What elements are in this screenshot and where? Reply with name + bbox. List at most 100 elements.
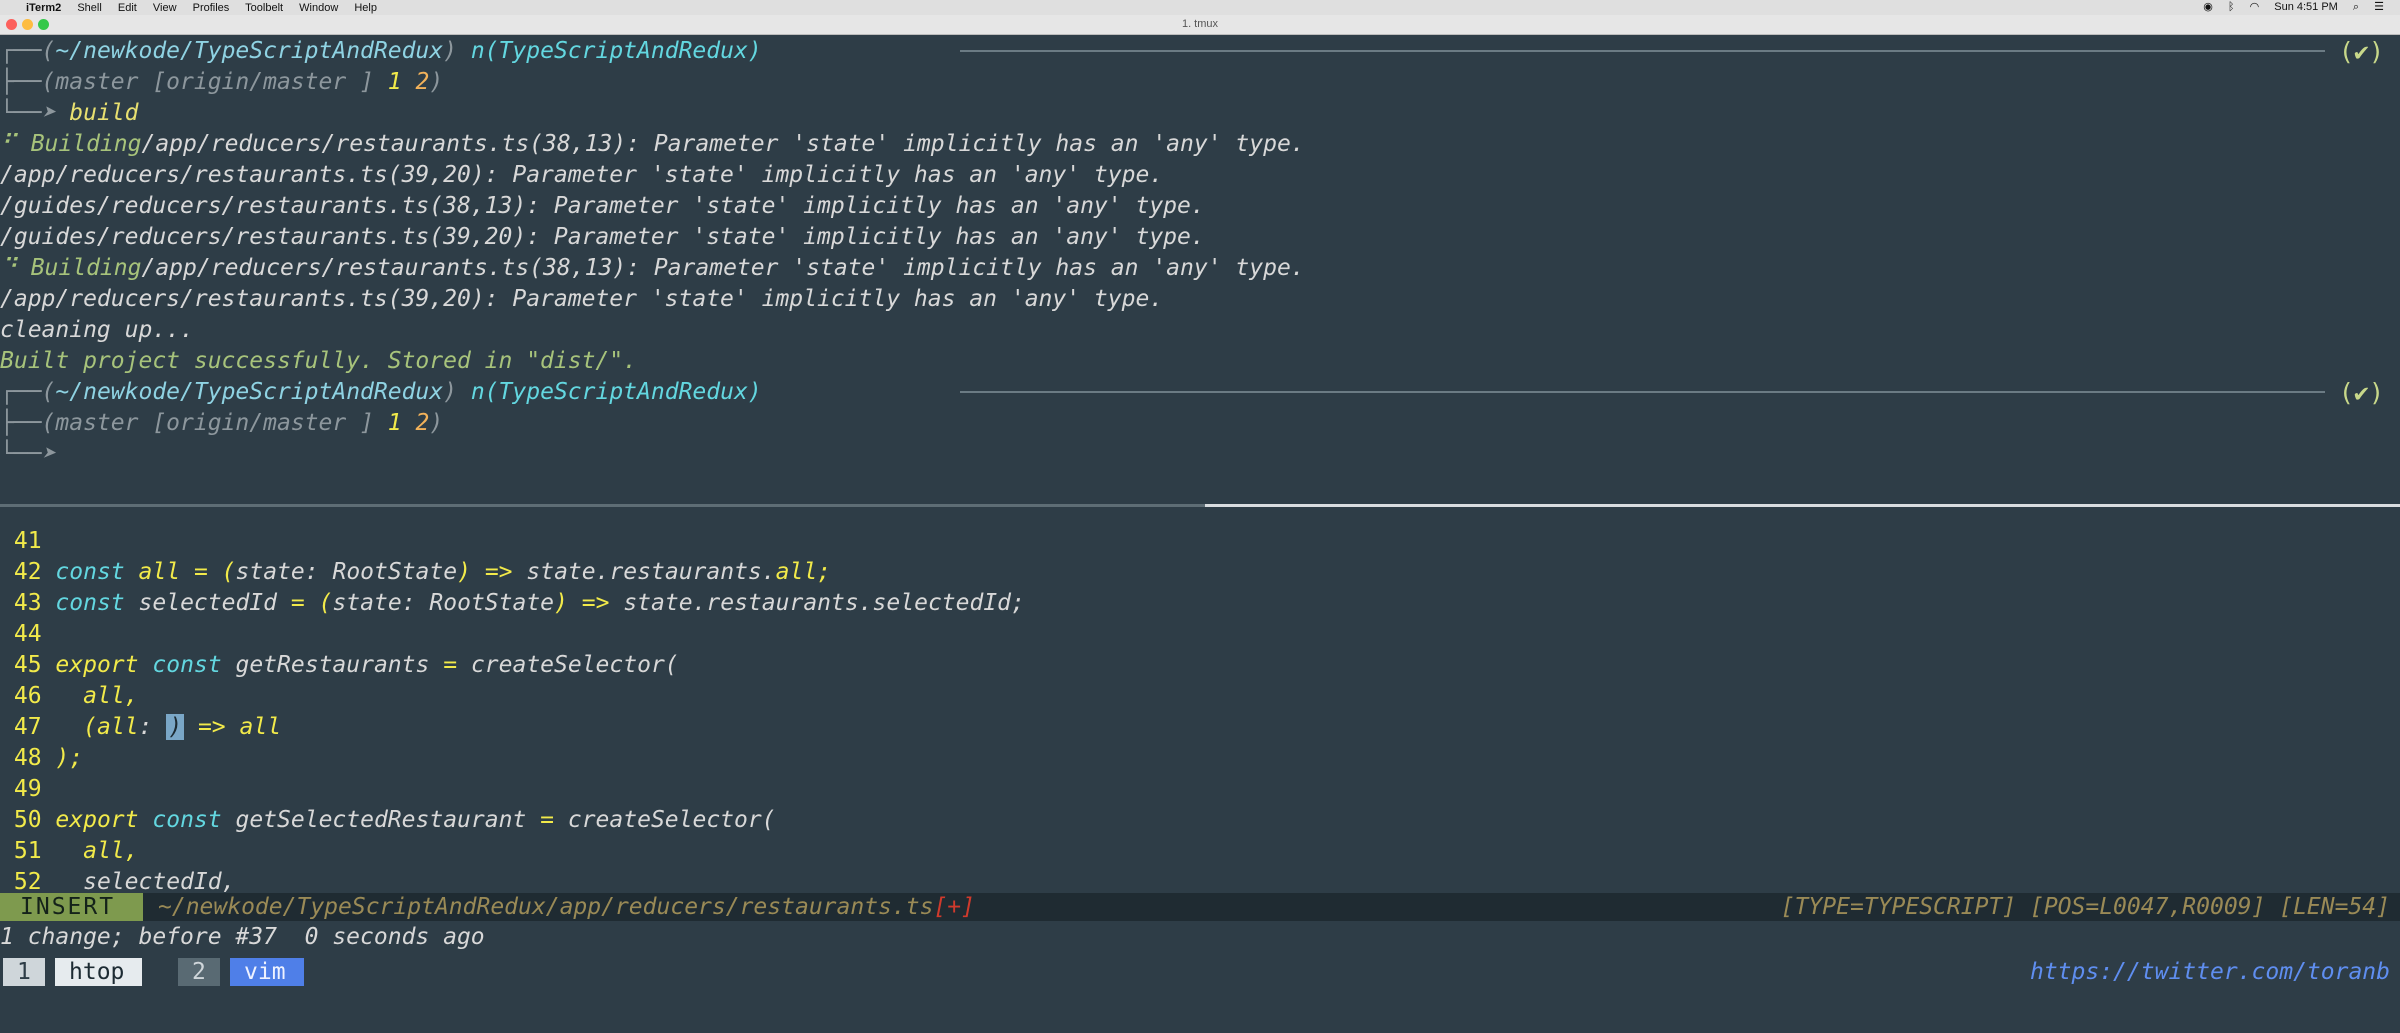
menu-item-edit[interactable]: Edit bbox=[118, 2, 137, 14]
record-icon[interactable]: ◉ bbox=[2203, 1, 2213, 13]
code-line[interactable]: 45 export const getRestaurants = createS… bbox=[0, 650, 679, 681]
prompt-line: ┌──(~/newkode/TypeScriptAndRedux) n(Type… bbox=[0, 38, 762, 64]
code-line[interactable]: 43 const selectedId = (state: RootState)… bbox=[0, 588, 1025, 619]
output-text: /guides/reducers/restaurants.ts(38,13): … bbox=[0, 193, 1205, 219]
spinner-prefix: ⠋ Building bbox=[0, 131, 142, 157]
code-token: RootState bbox=[332, 559, 458, 585]
code-token: ); bbox=[55, 745, 84, 771]
prompt-node: n(TypeScriptAndRedux) bbox=[470, 38, 762, 64]
code-line[interactable]: 41 bbox=[0, 526, 42, 557]
prompt-path: ~/newkode/TypeScriptAndRedux bbox=[55, 38, 444, 64]
code-line[interactable]: 46 all, bbox=[0, 681, 139, 712]
line-number: 43 bbox=[13, 590, 42, 616]
code-token: const bbox=[152, 652, 222, 678]
menu-item-iterm2[interactable]: iTerm2 bbox=[26, 2, 61, 14]
tab-vim[interactable]: vim bbox=[230, 958, 304, 986]
git-behind-count: 2 bbox=[415, 69, 430, 95]
output-line: cleaning up... bbox=[0, 315, 194, 346]
git-ahead-count: 1 bbox=[387, 69, 402, 95]
output-line: /app/reducers/restaurants.ts(39,20): Par… bbox=[0, 160, 1163, 191]
git-ahead-count: 1 bbox=[387, 410, 402, 436]
line-number: 50 bbox=[13, 807, 42, 833]
menubar-clock[interactable]: Sun 4:51 PM bbox=[2274, 1, 2338, 13]
success-message: Built project successfully. Stored in "d… bbox=[0, 346, 637, 377]
code-token: ( bbox=[318, 590, 333, 616]
code-line[interactable]: 50 export const getSelectedRestaurant = … bbox=[0, 805, 776, 836]
code-line[interactable]: 47 (all: ) => all bbox=[0, 712, 281, 743]
code-token: = bbox=[540, 807, 554, 833]
output-text: /app/reducers/restaurants.ts(39,20): Par… bbox=[0, 286, 1164, 312]
code-token: getSelectedRestaurant bbox=[235, 807, 527, 833]
line-number: 46 bbox=[13, 683, 42, 709]
output-line: ⠋ Building/app/reducers/restaurants.ts(3… bbox=[0, 129, 1305, 160]
line-number: 44 bbox=[13, 621, 42, 647]
window-title: 1. tmux bbox=[1181, 18, 1219, 30]
output-line: /guides/reducers/restaurants.ts(38,13): … bbox=[0, 191, 1205, 222]
command-text: build bbox=[69, 100, 139, 126]
tab-2-number[interactable]: 2 bbox=[178, 958, 220, 986]
minimize-window-button[interactable] bbox=[22, 19, 33, 30]
code-line[interactable]: 44 bbox=[0, 619, 42, 650]
code-line[interactable]: 51 all, bbox=[0, 836, 139, 867]
shell-input-line[interactable]: └──➤ bbox=[0, 439, 55, 470]
close-window-button[interactable] bbox=[6, 19, 17, 30]
code-token: all, bbox=[83, 838, 139, 864]
menu-item-view[interactable]: View bbox=[153, 2, 177, 14]
code-token: ( bbox=[83, 714, 97, 740]
code-token: state.restaurants. bbox=[526, 559, 776, 585]
tab-htop[interactable]: htop bbox=[55, 958, 143, 986]
code-token: createSelector( bbox=[567, 807, 776, 833]
tab-1-number[interactable]: 1 bbox=[3, 958, 45, 986]
code-token: all, bbox=[83, 683, 139, 709]
wifi-icon[interactable]: ◠ bbox=[2250, 1, 2260, 13]
twitter-link[interactable]: https://twitter.com/toranb bbox=[2030, 958, 2390, 986]
git-status-line: ├──(master [origin/master ] 1 2) bbox=[0, 69, 444, 95]
code-line[interactable]: 42 const all = (state: RootState) => sta… bbox=[0, 557, 831, 588]
output-text: /guides/reducers/restaurants.ts(39,20): … bbox=[0, 224, 1205, 250]
macos-menubar: iTerm2 Shell Edit View Profiles Toolbelt… bbox=[0, 0, 2400, 15]
bluetooth-icon[interactable]: ᛒ bbox=[2228, 1, 2235, 13]
git-status-line: ├──(master [origin/master ] 1 2) bbox=[0, 410, 444, 436]
pane-splitter[interactable] bbox=[0, 504, 2400, 507]
menu-item-toolbelt[interactable]: Toolbelt bbox=[245, 2, 283, 14]
inactive-pane-border bbox=[0, 504, 1205, 507]
line-number: 49 bbox=[13, 776, 42, 802]
code-token: const bbox=[55, 559, 125, 585]
code-token: = bbox=[443, 652, 458, 678]
code-token: => bbox=[197, 714, 226, 740]
menu-item-window[interactable]: Window bbox=[299, 2, 338, 14]
window-titlebar: 1. tmux bbox=[0, 15, 2400, 35]
git-branch: (master [origin/master ] bbox=[41, 69, 374, 95]
code-token: = bbox=[193, 559, 208, 585]
menu-item-help[interactable]: Help bbox=[354, 2, 377, 14]
menu-list-icon[interactable]: ☰ bbox=[2374, 1, 2384, 13]
line-number: 52 bbox=[13, 869, 42, 895]
text-cursor: ) bbox=[166, 714, 185, 740]
status-check-icon: (✔) bbox=[2338, 378, 2384, 407]
code-token: all bbox=[239, 714, 282, 740]
vim-message-line: 1 change; before #37 0 seconds ago bbox=[0, 922, 485, 953]
git-branch: (master [origin/master ] bbox=[41, 410, 374, 436]
search-icon[interactable]: ⌕ bbox=[2353, 1, 2359, 13]
code-line[interactable]: 48 ); bbox=[0, 743, 83, 774]
vim-message: 1 change; before #37 0 seconds ago bbox=[0, 924, 485, 950]
prompt-rule bbox=[960, 391, 2325, 393]
success-text: Built project successfully. Stored in "d… bbox=[0, 348, 637, 374]
output-line: /app/reducers/restaurants.ts(39,20): Par… bbox=[0, 284, 1163, 315]
menu-item-shell[interactable]: Shell bbox=[77, 2, 101, 14]
terminal[interactable]: ┌──(~/newkode/TypeScriptAndRedux) n(Type… bbox=[0, 36, 2400, 1005]
code-token: ( bbox=[221, 559, 236, 585]
zoom-window-button[interactable] bbox=[38, 19, 49, 30]
code-token: all bbox=[96, 714, 139, 740]
code-token: ; bbox=[817, 559, 832, 585]
menu-item-profiles[interactable]: Profiles bbox=[193, 2, 230, 14]
output-text: /app/reducers/restaurants.ts(38,13): Par… bbox=[141, 255, 1305, 281]
output-line: /guides/reducers/restaurants.ts(39,20): … bbox=[0, 222, 1205, 253]
prompt-path: ~/newkode/TypeScriptAndRedux bbox=[55, 379, 444, 405]
modified-flag: [+] bbox=[933, 894, 975, 920]
code-token: createSelector( bbox=[470, 652, 679, 678]
line-number: 41 bbox=[13, 528, 42, 554]
file-path: ~/newkode/TypeScriptAndRedux/app/reducer… bbox=[158, 893, 975, 921]
code-line[interactable]: 49 bbox=[0, 774, 42, 805]
code-token: all bbox=[138, 559, 181, 585]
